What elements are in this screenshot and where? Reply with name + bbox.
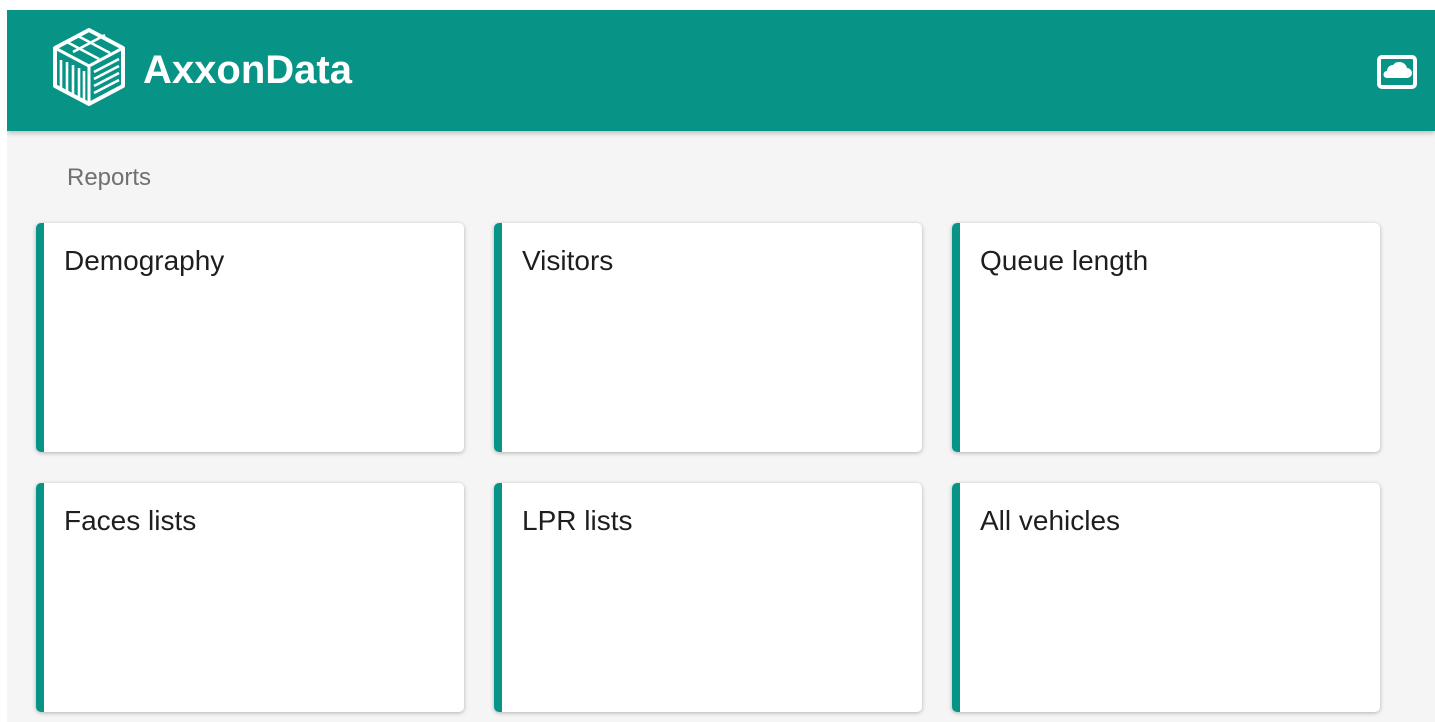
page-title: Reports [67, 164, 152, 191]
report-card-queue-length[interactable]: Queue length [952, 223, 1380, 452]
report-card-visitors[interactable]: Visitors [494, 223, 922, 452]
report-card-title: All vehicles [980, 505, 1121, 536]
cube-logo-icon [53, 28, 125, 106]
brand-name: AxxonData [143, 48, 352, 92]
report-card-faces-lists[interactable]: Faces lists [36, 483, 464, 712]
report-card-lpr-lists[interactable]: LPR lists [494, 483, 922, 712]
report-card-demography[interactable]: Demography [36, 223, 464, 452]
report-card-title: Queue length [980, 245, 1149, 276]
app-frame: AxxonData Reports Demography Visitors Qu… [7, 10, 1435, 722]
report-card-title: LPR lists [522, 505, 633, 536]
report-card-title: Demography [64, 245, 225, 276]
cloud-icon[interactable] [1376, 54, 1418, 90]
report-card-title: Faces lists [64, 505, 197, 536]
report-card-title: Visitors [522, 245, 614, 276]
app-header: AxxonData [7, 10, 1435, 131]
report-card-all-vehicles[interactable]: All vehicles [952, 483, 1380, 712]
